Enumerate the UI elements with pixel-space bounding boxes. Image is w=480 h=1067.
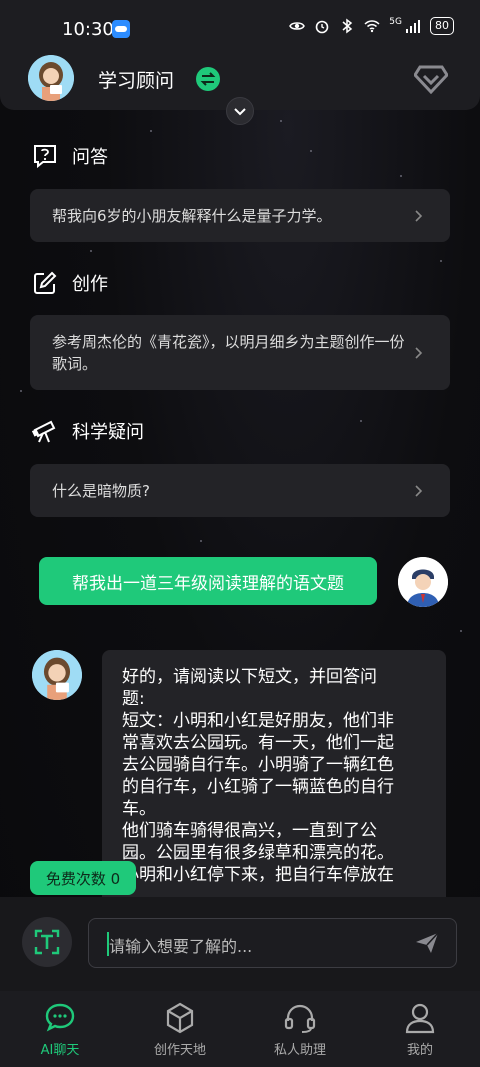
chat-icon — [45, 1003, 75, 1032]
tab-assistant[interactable]: 私人助理 — [240, 991, 360, 1067]
wifi-icon — [364, 20, 380, 33]
tab-label: 私人助理 — [273, 1043, 326, 1058]
cloud-notification-icon — [112, 20, 130, 38]
text-scan-button[interactable] — [22, 917, 72, 967]
headset-icon — [284, 1004, 316, 1033]
ai-message-line: 车。 — [122, 799, 156, 819]
ai-message-line: 题: — [122, 689, 145, 709]
person-icon — [405, 1003, 435, 1034]
ai-message-line: 小明和小红停下来，把自行车停放在 — [122, 865, 394, 885]
question-input[interactable]: 请输入想要了解的... — [88, 918, 457, 968]
alarm-icon — [315, 20, 329, 34]
free-count-text: 免费次数 0 — [45, 869, 121, 888]
tab-creation[interactable]: 创作天地 — [120, 991, 240, 1067]
advisor-title: 学习顾问 — [98, 70, 175, 92]
user-message-text: 帮我出一道三年级阅读理解的语文题 — [72, 573, 344, 594]
swap-icon — [200, 72, 216, 86]
ai-message-line: 去公园骑自行车。小明骑了一辆红色 — [122, 755, 394, 775]
advisor-avatar[interactable] — [28, 55, 74, 101]
user-avatar[interactable] — [398, 557, 448, 607]
section-header-create: 创作 — [32, 270, 108, 296]
ai-message-line: 园。公园里有很多绿草和漂亮的花。 — [122, 843, 394, 863]
ai-message-line: 他们骑车骑得很高兴，一直到了公 — [122, 821, 377, 841]
chevron-down-icon — [234, 108, 246, 116]
battery-indicator: 80 — [430, 17, 454, 35]
section-title: 创作 — [72, 274, 108, 295]
user-message-bubble[interactable]: 帮我出一道三年级阅读理解的语文题 — [39, 557, 377, 605]
cube-icon — [166, 1002, 194, 1034]
status-icons: 5G 80 — [289, 17, 454, 35]
input-placeholder: 请输入想要了解的... — [109, 937, 253, 956]
telescope-icon — [32, 420, 56, 443]
advisor-avatar-image — [32, 650, 82, 700]
ai-message-line: 的自行车，小红骑了一辆蓝色的自行 — [122, 777, 394, 797]
signal-icon — [406, 20, 420, 33]
prompt-card-qa[interactable]: 帮我向6岁的小朋友解释什么是量子力学。 — [30, 189, 450, 242]
question-icon — [34, 145, 56, 169]
section-header-qa: 问答 — [32, 143, 108, 169]
edit-icon — [34, 271, 57, 294]
chevron-right-icon — [415, 484, 423, 497]
status-bar: 10:30 5G 80 — [0, 0, 480, 58]
vip-diamond-icon[interactable] — [414, 64, 448, 94]
section-header-science: 科学疑问 — [32, 418, 144, 444]
prompt-card-science[interactable]: 什么是暗物质? — [30, 464, 450, 517]
tab-label: 我的 — [406, 1043, 433, 1058]
user-avatar-image — [398, 557, 448, 607]
prompt-card-create[interactable]: 参考周杰伦的《青花瓷》，以明月细乡为主题创作一份歌词。 — [30, 315, 450, 390]
chevron-right-icon — [415, 209, 423, 222]
chevron-right-icon — [415, 346, 423, 359]
free-count-badge: 免费次数 0 — [30, 861, 136, 895]
network-type-label: 5G — [389, 17, 402, 27]
eye-icon — [289, 22, 306, 30]
status-time: 10:30 — [62, 19, 114, 40]
collapse-button[interactable] — [226, 97, 254, 125]
ai-message-bubble[interactable]: 好的，请阅读以下短文，并回答问 题: 短文：小明和小红是好朋友，他们非 常喜欢去… — [102, 650, 446, 910]
tab-profile[interactable]: 我的 — [360, 991, 480, 1067]
ai-message-line: 好的，请阅读以下短文，并回答问 — [122, 667, 377, 687]
prompt-text: 参考周杰伦的《青花瓷》，以明月细乡为主题创作一份歌词。 — [52, 332, 405, 373]
prompt-text: 什么是暗物质? — [52, 481, 150, 500]
text-scan-icon — [34, 929, 60, 955]
bluetooth-icon — [342, 18, 353, 34]
switch-advisor-button[interactable] — [196, 67, 220, 91]
ai-message-line: 常喜欢去公园玩。有一天，他们一起 — [122, 733, 394, 753]
section-title: 问答 — [72, 147, 108, 168]
app-screen: 10:30 5G 80 学习顾问 问答 帮我向6岁的小朋友解释什么是量子力学。 … — [0, 0, 480, 1067]
bottom-tab-bar: AI聊天 创作天地 私人助理 我的 — [0, 991, 480, 1067]
send-icon[interactable] — [414, 930, 440, 956]
ai-message-line: 短文：小明和小红是好朋友，他们非 — [122, 711, 394, 731]
tab-label: 创作天地 — [153, 1043, 206, 1058]
advisor-avatar-image — [28, 55, 74, 101]
tab-label: AI聊天 — [40, 1043, 80, 1058]
top-bar: 10:30 5G 80 学习顾问 — [0, 0, 480, 110]
prompt-text: 帮我向6岁的小朋友解释什么是量子力学。 — [52, 206, 332, 225]
tab-ai-chat[interactable]: AI聊天 — [0, 991, 120, 1067]
advisor-reply-avatar[interactable] — [32, 650, 82, 700]
section-title: 科学疑问 — [72, 422, 144, 443]
